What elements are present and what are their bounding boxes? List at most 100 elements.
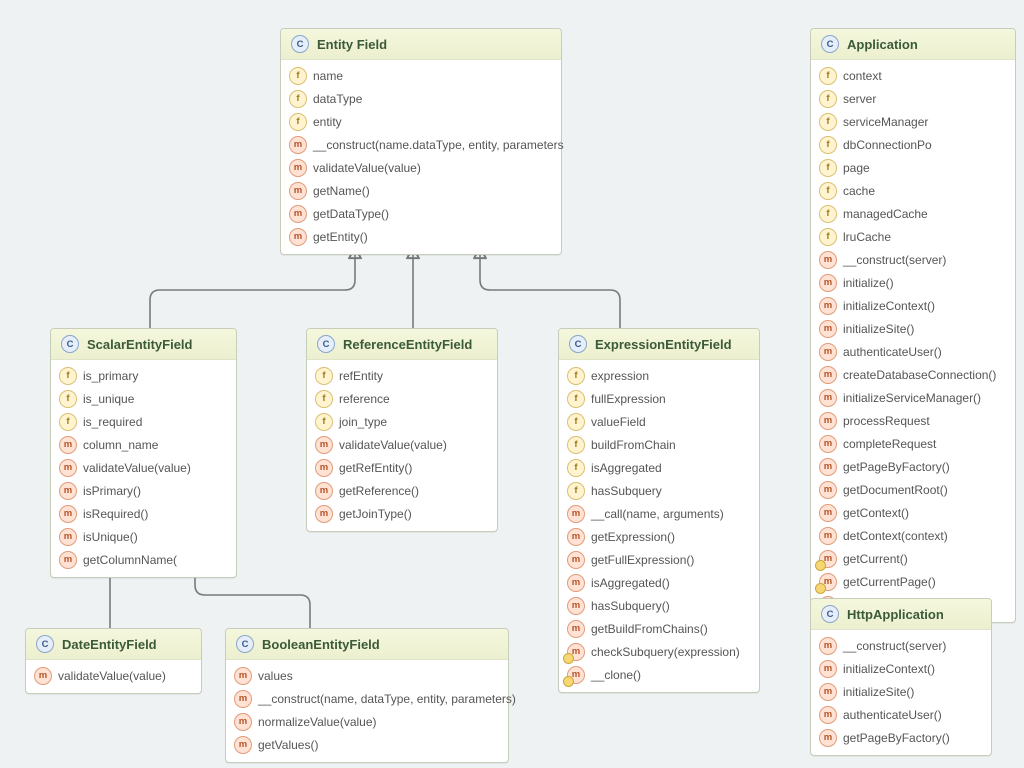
method-member[interactable]: m__construct(name, dataType, entity, par… <box>232 687 502 710</box>
member-label: getPageByFactory() <box>843 459 950 475</box>
method-member[interactable]: minitializeSite() <box>817 317 1009 340</box>
field-member[interactable]: fdataType <box>287 87 555 110</box>
method-member[interactable]: mvalidateValue(value) <box>32 664 195 687</box>
method-member[interactable]: mvalidateValue(value) <box>287 156 555 179</box>
class-header[interactable]: CDateEntityField <box>26 629 201 660</box>
static-badge-icon <box>563 676 574 687</box>
method-member[interactable]: mgetValues() <box>232 733 502 756</box>
method-member[interactable]: mdetContext(context) <box>817 524 1009 547</box>
method-member[interactable]: mvalues <box>232 664 502 687</box>
field-member[interactable]: fvalueField <box>565 410 753 433</box>
method-member[interactable]: mnormalizeValue(value) <box>232 710 502 733</box>
method-member[interactable]: m__construct(server) <box>817 634 985 657</box>
method-member[interactable]: m__call(name, arguments) <box>565 502 753 525</box>
method-member[interactable]: mcheckSubquery(expression) <box>565 640 753 663</box>
method-member[interactable]: misAggregated() <box>565 571 753 594</box>
field-member[interactable]: fexpression <box>565 364 753 387</box>
method-member[interactable]: mgetReference() <box>313 479 491 502</box>
method-member[interactable]: mvalidateValue(value) <box>313 433 491 456</box>
method-member[interactable]: mgetPageByFactory() <box>817 726 985 749</box>
method-member[interactable]: mgetDocumentRoot() <box>817 478 1009 501</box>
method-member[interactable]: misUnique() <box>57 525 230 548</box>
method-member[interactable]: m__construct(name.dataType, entity, para… <box>287 133 555 156</box>
field-member[interactable]: fjoin_type <box>313 410 491 433</box>
method-icon: m <box>315 482 333 500</box>
field-member[interactable]: frefEntity <box>313 364 491 387</box>
method-member[interactable]: mauthenticateUser() <box>817 703 985 726</box>
method-member[interactable]: mgetFullExpression() <box>565 548 753 571</box>
field-member[interactable]: fentity <box>287 110 555 133</box>
class-expression[interactable]: CExpressionEntityField fexpressionffullEx… <box>558 328 760 693</box>
method-member[interactable]: mgetEntity() <box>287 225 555 248</box>
method-icon: m <box>234 736 252 754</box>
method-member[interactable]: minitializeSite() <box>817 680 985 703</box>
field-member[interactable]: fis_unique <box>57 387 230 410</box>
method-icon: m <box>567 574 585 592</box>
member-label: checkSubquery(expression) <box>591 644 740 660</box>
class-application[interactable]: CApplication fcontextfserverfserviceManag… <box>810 28 1016 623</box>
method-member[interactable]: mcolumn_name <box>57 433 230 456</box>
field-member[interactable]: fbuildFromChain <box>565 433 753 456</box>
member-label: isRequired() <box>83 506 148 522</box>
class-httpApp[interactable]: CHttpApplicationm__construct(server)mini… <box>810 598 992 756</box>
method-member[interactable]: m__construct(server) <box>817 248 1009 271</box>
method-member[interactable]: mgetName() <box>287 179 555 202</box>
method-member[interactable]: mgetJoinType() <box>313 502 491 525</box>
class-body: fis_primaryfis_uniquefis_requiredmcolumn… <box>51 360 236 577</box>
method-member[interactable]: minitializeContext() <box>817 657 985 680</box>
field-member[interactable]: fis_required <box>57 410 230 433</box>
field-member[interactable]: freference <box>313 387 491 410</box>
field-member[interactable]: fdbConnectionPo <box>817 133 1009 156</box>
field-member[interactable]: fisAggregated <box>565 456 753 479</box>
class-entityField[interactable]: CEntity Field fnamefdataTypefentitym__con… <box>280 28 562 255</box>
member-label: serviceManager <box>843 114 928 130</box>
method-member[interactable]: mhasSubquery() <box>565 594 753 617</box>
method-member[interactable]: misPrimary() <box>57 479 230 502</box>
method-member[interactable]: minitializeServiceManager() <box>817 386 1009 409</box>
class-header[interactable]: CReferenceEntityField <box>307 329 497 360</box>
field-member[interactable]: fmanagedCache <box>817 202 1009 225</box>
method-member[interactable]: minitializeContext() <box>817 294 1009 317</box>
method-member[interactable]: mcreateDatabaseConnection() <box>817 363 1009 386</box>
field-member[interactable]: flruCache <box>817 225 1009 248</box>
field-member[interactable]: fpage <box>817 156 1009 179</box>
field-member[interactable]: fhasSubquery <box>565 479 753 502</box>
method-member[interactable]: mvalidateValue(value) <box>57 456 230 479</box>
method-member[interactable]: misRequired() <box>57 502 230 525</box>
member-label: initializeSite() <box>843 684 914 700</box>
class-header[interactable]: CBooleanEntityField <box>226 629 508 660</box>
method-member[interactable]: minitialize() <box>817 271 1009 294</box>
field-member[interactable]: fname <box>287 64 555 87</box>
class-header[interactable]: CEntity Field <box>281 29 561 60</box>
field-member[interactable]: fcontext <box>817 64 1009 87</box>
field-member[interactable]: fserviceManager <box>817 110 1009 133</box>
method-member[interactable]: mgetCurrentPage() <box>817 570 1009 593</box>
class-scalar[interactable]: CScalarEntityFieldfis_primaryfis_uniquef… <box>50 328 237 578</box>
method-member[interactable]: mcompleteRequest <box>817 432 1009 455</box>
method-member[interactable]: mgetDataType() <box>287 202 555 225</box>
field-member[interactable]: ffullExpression <box>565 387 753 410</box>
method-member[interactable]: mgetColumnName( <box>57 548 230 571</box>
method-member[interactable]: mgetRefEntity() <box>313 456 491 479</box>
method-member[interactable]: mgetExpression() <box>565 525 753 548</box>
class-header[interactable]: CHttpApplication <box>811 599 991 630</box>
class-boolean[interactable]: CBooleanEntityField mvaluesm__construct(n… <box>225 628 509 763</box>
method-member[interactable]: mgetBuildFromChains() <box>565 617 753 640</box>
class-header[interactable]: CApplication <box>811 29 1015 60</box>
class-date[interactable]: CDateEntityField mvalidateValue(value) <box>25 628 202 694</box>
method-member[interactable]: mgetPageByFactory() <box>817 455 1009 478</box>
class-icon: C <box>61 335 79 353</box>
class-header[interactable]: CScalarEntityField <box>51 329 236 360</box>
method-icon: m <box>59 482 77 500</box>
member-label: initializeContext() <box>843 661 935 677</box>
method-member[interactable]: mgetCurrent() <box>817 547 1009 570</box>
method-member[interactable]: mauthenticateUser() <box>817 340 1009 363</box>
field-member[interactable]: fcache <box>817 179 1009 202</box>
field-member[interactable]: fis_primary <box>57 364 230 387</box>
method-member[interactable]: mgetContext() <box>817 501 1009 524</box>
method-member[interactable]: m__clone() <box>565 663 753 686</box>
field-member[interactable]: fserver <box>817 87 1009 110</box>
class-header[interactable]: CExpressionEntityField <box>559 329 759 360</box>
class-reference[interactable]: CReferenceEntityField frefEntityfreferenc… <box>306 328 498 532</box>
method-member[interactable]: mprocessRequest <box>817 409 1009 432</box>
